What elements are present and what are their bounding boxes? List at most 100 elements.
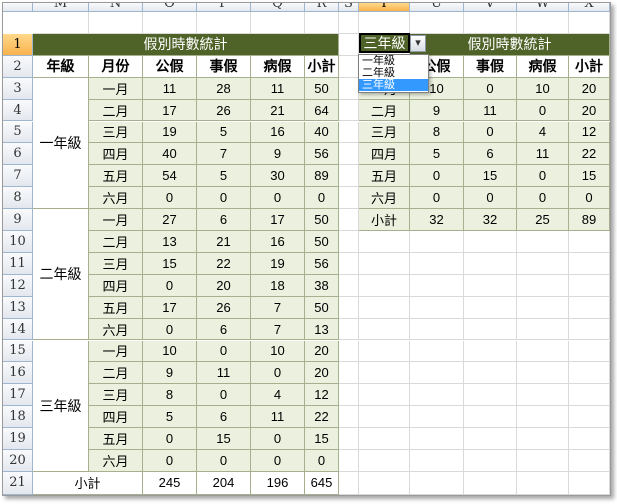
grid-cell[interactable]: [410, 384, 464, 407]
value-cell[interactable]: 4: [517, 121, 569, 144]
grid-cell[interactable]: [464, 384, 517, 407]
grid-cell[interactable]: [464, 12, 517, 34]
grid-cell[interactable]: [464, 471, 517, 495]
month-cell[interactable]: 六月: [89, 187, 143, 210]
grid-cell[interactable]: [339, 12, 359, 34]
value-cell[interactable]: 9: [410, 99, 464, 122]
grid-cell[interactable]: [517, 340, 569, 363]
month-cell[interactable]: 一月: [89, 340, 143, 363]
row-header-21[interactable]: 21: [3, 471, 33, 495]
column-header-n[interactable]: N: [89, 3, 143, 12]
month-cell[interactable]: 三月: [359, 121, 410, 144]
column-header-v[interactable]: V: [464, 3, 517, 12]
grid-cell[interactable]: [339, 406, 359, 429]
value-cell[interactable]: 26: [197, 296, 251, 319]
value-cell[interactable]: 6: [197, 406, 251, 429]
value-cell[interactable]: 38: [305, 274, 339, 297]
grid-cell[interactable]: [410, 296, 464, 319]
value-cell[interactable]: 15: [305, 428, 339, 450]
value-cell[interactable]: 8: [143, 384, 197, 407]
grid-cell[interactable]: [339, 296, 359, 319]
value-cell[interactable]: 5: [197, 121, 251, 144]
grid-cell[interactable]: [33, 12, 89, 34]
grid-cell[interactable]: [464, 340, 517, 363]
month-cell[interactable]: 二月: [89, 362, 143, 385]
value-cell[interactable]: 0: [517, 165, 569, 188]
grid-cell[interactable]: [569, 296, 610, 319]
month-cell[interactable]: 二月: [359, 99, 410, 122]
value-cell[interactable]: 0: [143, 187, 197, 210]
value-cell[interactable]: 54: [143, 165, 197, 188]
column-header-r[interactable]: R: [305, 3, 339, 12]
grid-cell[interactable]: [569, 450, 610, 472]
value-cell[interactable]: 0: [464, 187, 517, 210]
month-cell[interactable]: 五月: [89, 428, 143, 450]
value-cell[interactable]: 7: [251, 296, 305, 319]
grid-cell[interactable]: [359, 384, 410, 407]
right-total-value[interactable]: 89: [569, 209, 610, 231]
value-cell[interactable]: 0: [251, 428, 305, 450]
grid-cell[interactable]: [517, 252, 569, 275]
month-cell[interactable]: 四月: [359, 143, 410, 166]
select-all-corner[interactable]: [3, 3, 33, 12]
value-cell[interactable]: 20: [305, 340, 339, 363]
grade-dropdown-list[interactable]: 一年級 二年級 三年級: [358, 54, 429, 93]
dropdown-arrow-button[interactable]: ▾: [410, 35, 426, 52]
grid-cell[interactable]: [339, 471, 359, 495]
value-cell[interactable]: 89: [305, 165, 339, 188]
grid-cell[interactable]: [359, 318, 410, 341]
grid-cell[interactable]: [569, 274, 610, 297]
value-cell[interactable]: 5: [410, 143, 464, 166]
row-header-1[interactable]: 1: [3, 33, 33, 56]
month-cell[interactable]: 六月: [359, 187, 410, 210]
value-cell[interactable]: 21: [251, 99, 305, 122]
grid-cell[interactable]: [464, 252, 517, 275]
column-header-t[interactable]: T: [359, 3, 410, 12]
grid-cell[interactable]: [464, 318, 517, 341]
value-cell[interactable]: 0: [464, 77, 517, 100]
value-cell[interactable]: 0: [517, 99, 569, 122]
value-cell[interactable]: 12: [569, 121, 610, 144]
left-total-value[interactable]: 245: [143, 471, 197, 495]
value-cell[interactable]: 16: [251, 231, 305, 253]
grid-cell[interactable]: [339, 252, 359, 275]
row-header-2[interactable]: 2: [3, 55, 33, 78]
value-cell[interactable]: 8: [410, 121, 464, 144]
row-header-14[interactable]: 14: [3, 318, 33, 341]
value-cell[interactable]: 11: [251, 406, 305, 429]
value-cell[interactable]: 64: [305, 99, 339, 122]
value-cell[interactable]: 11: [143, 77, 197, 100]
value-cell[interactable]: 0: [569, 187, 610, 210]
value-cell[interactable]: 0: [410, 187, 464, 210]
grid-cell[interactable]: [339, 428, 359, 450]
value-cell[interactable]: 50: [305, 231, 339, 253]
row-header-12[interactable]: 12: [3, 274, 33, 297]
grid-cell[interactable]: [569, 362, 610, 385]
value-cell[interactable]: 26: [197, 99, 251, 122]
grid-cell[interactable]: [339, 99, 359, 122]
row-header-3[interactable]: 3: [3, 77, 33, 100]
right-total-value[interactable]: 25: [517, 209, 569, 231]
row-header-5[interactable]: 5: [3, 121, 33, 144]
row-header-18[interactable]: 18: [3, 406, 33, 429]
value-cell[interactable]: 6: [197, 318, 251, 341]
value-cell[interactable]: 21: [197, 231, 251, 253]
right-total-value[interactable]: 32: [464, 209, 517, 231]
grid-cell[interactable]: [339, 55, 359, 78]
value-cell[interactable]: 15: [569, 165, 610, 188]
row-header-8[interactable]: 8: [3, 187, 33, 210]
grid-cell[interactable]: [359, 471, 410, 495]
value-cell[interactable]: 40: [305, 121, 339, 144]
value-cell[interactable]: 19: [143, 121, 197, 144]
value-cell[interactable]: 22: [569, 143, 610, 166]
row-header-15[interactable]: 15: [3, 340, 33, 363]
month-cell[interactable]: 四月: [89, 274, 143, 297]
value-cell[interactable]: 22: [197, 252, 251, 275]
value-cell[interactable]: 0: [410, 165, 464, 188]
value-cell[interactable]: 30: [251, 165, 305, 188]
grid-cell[interactable]: [305, 12, 339, 34]
value-cell[interactable]: 9: [251, 143, 305, 166]
row-header-11[interactable]: 11: [3, 252, 33, 275]
grid-cell[interactable]: [339, 274, 359, 297]
value-cell[interactable]: 5: [143, 406, 197, 429]
